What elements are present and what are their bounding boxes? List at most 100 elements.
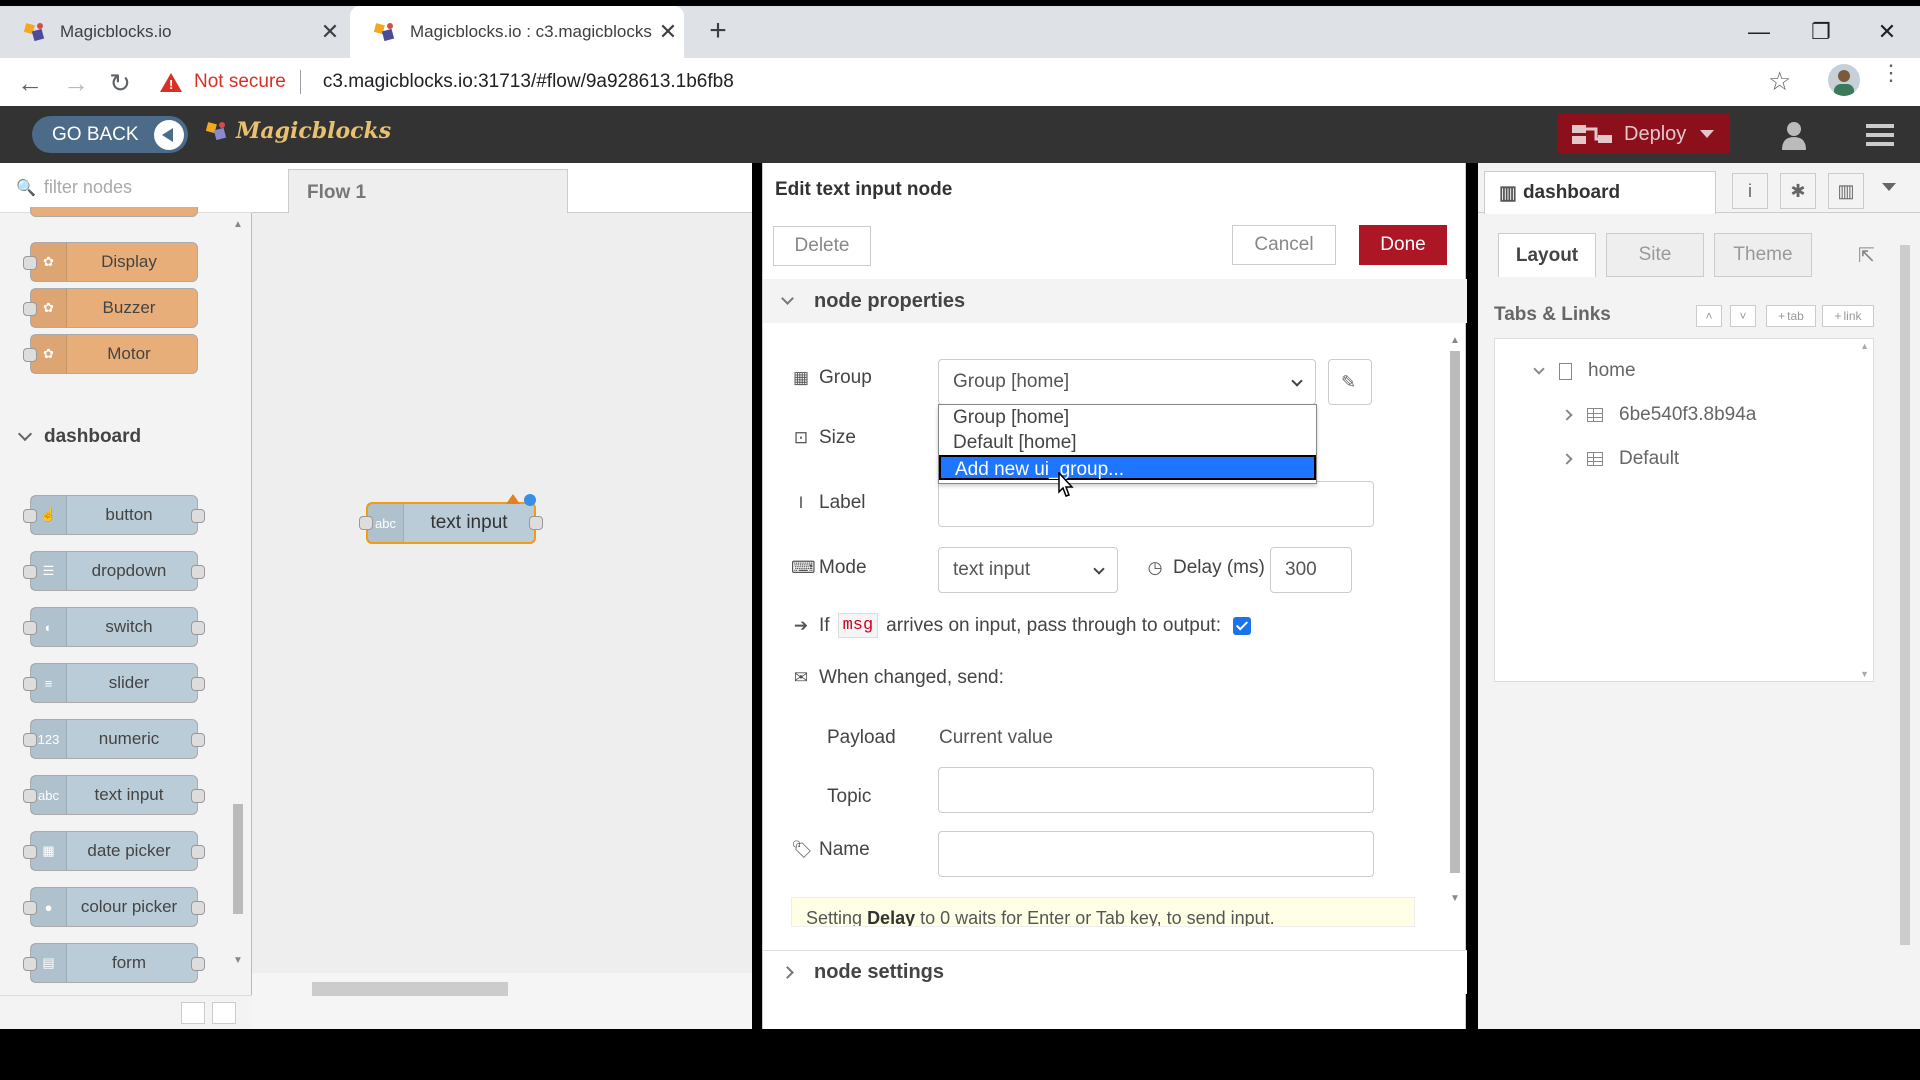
input-port[interactable] [23, 957, 37, 971]
scroll-up-icon[interactable]: ▲ [1450, 335, 1460, 346]
output-port[interactable] [191, 509, 205, 523]
input-port[interactable] [23, 256, 37, 270]
palette-node-slider[interactable]: ≡ slider [23, 663, 205, 703]
input-port[interactable] [23, 677, 37, 691]
back-arrow-icon[interactable]: ← [12, 66, 48, 102]
scroll-up-icon[interactable]: ▲ [233, 219, 243, 230]
bug-icon[interactable]: ✱ [1780, 173, 1816, 209]
palette-node-switch[interactable]: ◐ switch [23, 607, 205, 647]
add-link-button[interactable]: + link [1822, 305, 1874, 327]
bookmark-star-icon[interactable]: ☆ [1768, 66, 1791, 97]
palette-node-date-picker[interactable]: ▦ date picker [23, 831, 205, 871]
section-node-properties[interactable]: node properties [763, 279, 1467, 323]
expand-all-icon[interactable] [212, 1002, 236, 1024]
subtab-layout[interactable]: Layout [1498, 233, 1596, 277]
info-icon[interactable]: i [1732, 173, 1768, 209]
palette-node-numeric[interactable]: 123 numeric [23, 719, 205, 759]
section-node-settings[interactable]: node settings [763, 950, 1467, 994]
tree-item-home[interactable]: home [1495, 353, 1855, 389]
chevron-down-icon[interactable] [1882, 183, 1896, 191]
palette-scrollbar[interactable]: ▲ ▼ [231, 219, 245, 969]
delay-input[interactable]: 300 [1270, 547, 1352, 593]
category-dashboard[interactable]: dashboard [16, 426, 141, 448]
flow-canvas[interactable]: abc text input [252, 213, 752, 973]
flow-node-text-input[interactable]: abc text input [359, 494, 543, 544]
tree-item-group-default[interactable]: Default [1495, 441, 1855, 477]
topic-input[interactable] [938, 767, 1374, 813]
new-tab-icon[interactable]: + [700, 14, 736, 50]
deploy-button[interactable]: Deploy [1558, 114, 1730, 154]
output-port[interactable] [191, 789, 205, 803]
input-port[interactable] [23, 621, 37, 635]
scroll-up-icon[interactable]: ▲ [1860, 341, 1869, 351]
palette-scroll-thumb[interactable] [233, 804, 243, 914]
input-port[interactable] [23, 302, 37, 316]
browser-menu-icon[interactable]: ⋮ [1880, 62, 1902, 84]
input-port[interactable] [23, 733, 37, 747]
move-up-icon[interactable]: ˄ [1696, 305, 1722, 327]
output-port[interactable] [191, 901, 205, 915]
filter-nodes-input[interactable]: 🔍 filter nodes [0, 163, 252, 213]
group-option-add-new[interactable]: Add new ui_group... [939, 455, 1316, 480]
output-port[interactable] [191, 565, 205, 579]
move-down-icon[interactable]: ˅ [1730, 305, 1756, 327]
name-input[interactable] [938, 831, 1374, 877]
external-link-icon[interactable]: ⇱ [1858, 243, 1875, 268]
chevron-right-icon[interactable] [1561, 409, 1573, 421]
user-icon[interactable] [1780, 120, 1808, 150]
output-port[interactable] [191, 621, 205, 635]
tab-flow-1[interactable]: Flow 1 [288, 169, 568, 213]
palette-node-text-input[interactable]: abc text input [23, 775, 205, 815]
workspace-scroll-thumb[interactable] [312, 982, 508, 996]
sidebar-tab-dashboard[interactable]: ▥ dashboard [1484, 171, 1716, 214]
done-button[interactable]: Done [1359, 225, 1447, 265]
dashboard-chart-icon[interactable]: ▥ [1828, 173, 1864, 209]
output-port[interactable] [191, 957, 205, 971]
palette-node-form[interactable]: ▤ form [23, 943, 205, 983]
output-port[interactable] [191, 677, 205, 691]
input-port[interactable] [359, 516, 373, 530]
cancel-button[interactable]: Cancel [1232, 225, 1336, 265]
scroll-down-icon[interactable]: ▼ [1450, 893, 1460, 904]
output-port[interactable] [191, 845, 205, 859]
palette-node-button[interactable]: ☝ button [23, 495, 205, 535]
browser-tab-1[interactable]: Magicblocks.io ✕ [0, 6, 346, 58]
close-icon[interactable]: ✕ [314, 19, 346, 45]
palette-node-display[interactable]: ✿ Display [23, 242, 198, 282]
input-port[interactable] [23, 565, 37, 579]
delete-button[interactable]: Delete [773, 226, 871, 266]
tray-scrollbar[interactable]: ▲ ▼ [1447, 335, 1463, 915]
restore-icon[interactable]: ❐ [1796, 12, 1846, 52]
hamburger-menu-icon[interactable] [1866, 124, 1894, 146]
tray-scroll-thumb[interactable] [1450, 351, 1460, 873]
sidebar-scroll-thumb[interactable] [1900, 245, 1910, 945]
reload-icon[interactable]: ↻ [102, 66, 138, 102]
output-port[interactable] [529, 516, 543, 530]
address-bar[interactable]: ! Not secure c3.magicblocks.io:31713/#fl… [160, 62, 1800, 102]
minimize-icon[interactable]: — [1734, 12, 1784, 52]
forward-arrow-icon[interactable]: → [58, 66, 94, 102]
scroll-down-icon[interactable]: ▼ [233, 955, 243, 966]
input-port[interactable] [23, 509, 37, 523]
tree-item-group-1[interactable]: 6be540f3.8b94a [1495, 397, 1855, 433]
palette-node-buzzer[interactable]: ✿ Buzzer [23, 288, 198, 328]
palette-node-dropdown[interactable]: ☰ dropdown [23, 551, 205, 591]
browser-tab-2[interactable]: Magicblocks.io : c3.magicblocks.io ✕ [350, 6, 684, 58]
passthrough-checkbox[interactable] [1233, 616, 1251, 635]
workspace-h-scrollbar[interactable] [276, 980, 736, 996]
add-tab-button[interactable]: + tab [1766, 305, 1816, 327]
palette-node-motor[interactable]: ✿ Motor [23, 334, 198, 374]
palette-node-colour-picker[interactable]: ● colour picker [23, 887, 205, 927]
scroll-down-icon[interactable]: ▼ [1860, 669, 1869, 679]
collapse-all-icon[interactable] [181, 1002, 205, 1024]
group-select[interactable]: Group [home] [938, 359, 1316, 405]
input-port[interactable] [23, 348, 37, 362]
chevron-right-icon[interactable] [1561, 453, 1573, 465]
mode-select[interactable]: text input [938, 547, 1118, 593]
sidebar-scrollbar[interactable] [1896, 235, 1914, 985]
input-port[interactable] [23, 845, 37, 859]
profile-avatar[interactable] [1828, 64, 1860, 96]
group-option-default[interactable]: Default [home] [939, 430, 1316, 455]
subtab-site[interactable]: Site [1606, 233, 1704, 277]
output-port[interactable] [191, 733, 205, 747]
